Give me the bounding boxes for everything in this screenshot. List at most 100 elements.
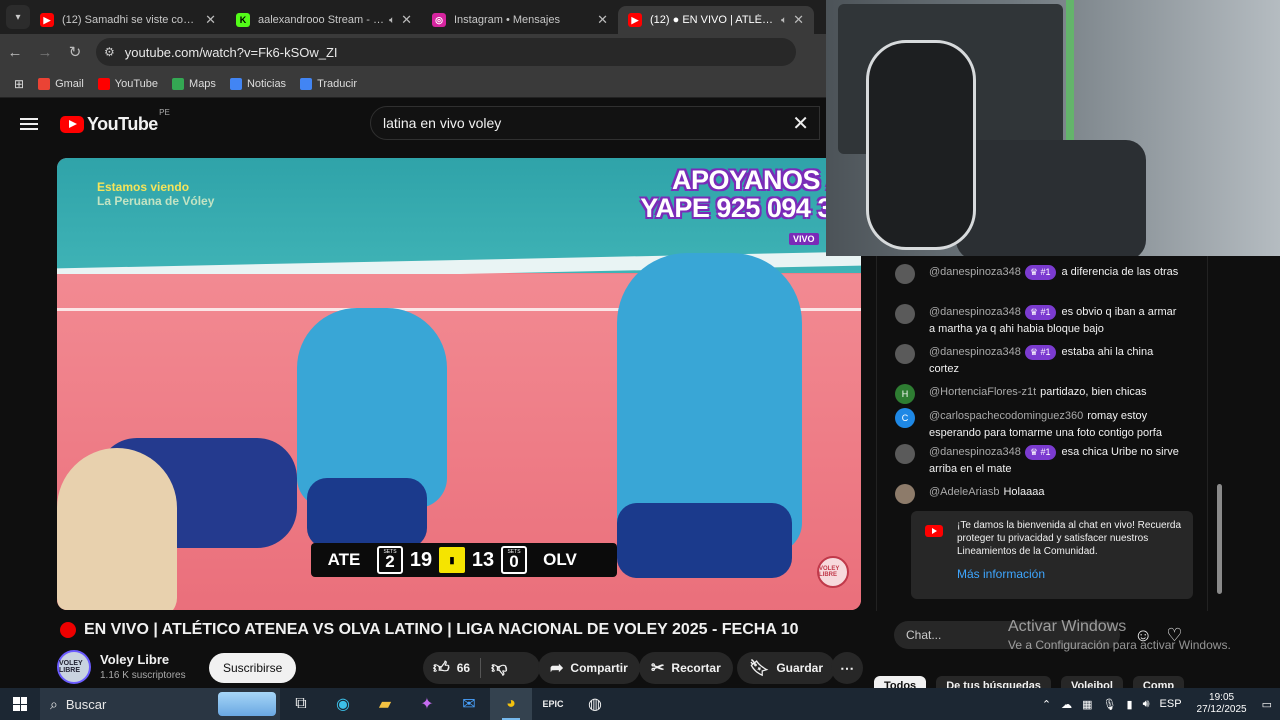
share-button[interactable]: ➦ Compartir: [538, 652, 640, 684]
volume-icon[interactable]: 🔊︎: [1143, 698, 1150, 711]
live-dot-icon: [60, 622, 76, 638]
overlay-line-2: La Peruana de Vóley: [97, 194, 215, 208]
reload-icon[interactable]: ↻: [60, 43, 90, 61]
clock[interactable]: 19:05 27/12/2025: [1197, 692, 1247, 716]
speaker-icon[interactable]: 🔈︎: [389, 15, 395, 26]
search-highlight-image: [218, 692, 276, 716]
chat-author[interactable]: @danespinoza348: [929, 306, 1021, 318]
language-indicator[interactable]: ESP: [1160, 698, 1182, 710]
chat-avatar[interactable]: [895, 484, 915, 504]
bookmark-youtube[interactable]: YouTube: [97, 77, 158, 90]
instagram-icon: ◎: [432, 13, 446, 27]
chat-author[interactable]: @danespinoza348: [929, 266, 1021, 278]
clear-search-icon[interactable]: ✕: [792, 111, 809, 136]
obs-icon[interactable]: ◍: [574, 688, 616, 720]
close-tab-icon[interactable]: ✕: [205, 12, 216, 28]
site-info-icon[interactable]: ⚙: [104, 45, 115, 59]
player-figure: [57, 448, 177, 610]
speaker-icon[interactable]: 🔈︎: [781, 15, 787, 26]
points-a: 19: [409, 548, 433, 571]
chat-author[interactable]: @danespinoza348: [929, 446, 1021, 458]
windows-taskbar: ⌕ Buscar ⧉ ◉ ▰ ✦ ✉ ◕ EPIC ◍ ⌃ ☁ ▦ 🎙︎ ▮ 🔊…: [0, 688, 1280, 720]
address-bar[interactable]: ⚙ youtube.com/watch?v=Fk6-kSOw_ZI: [96, 38, 796, 66]
browser-tab[interactable]: ◎ Instagram • Mensajes ✕: [422, 6, 618, 34]
video-title: EN VIVO | ATLÉTICO ATENEA VS OLVA LATINO…: [60, 621, 799, 639]
chat-scrollbar[interactable]: [1217, 484, 1222, 594]
browser-tab[interactable]: ▶ (12) Samadhi se viste coqueta p ✕: [30, 6, 226, 34]
filter-chip[interactable]: De tus búsquedas: [936, 676, 1051, 688]
bookmark-label: Traducir: [317, 77, 357, 90]
news-icon: [229, 77, 242, 90]
video-player[interactable]: Estamos viendo La Peruana de Vóley APOYA…: [57, 158, 861, 610]
tab-search-button[interactable]: ▾: [6, 5, 30, 29]
scoreboard: ATE SETS 2 19 ▮ 13 SETS 0 OLV: [311, 543, 617, 577]
chat-author[interactable]: @HortenciaFlores-z1t: [929, 386, 1036, 398]
save-button[interactable]: 🔖︎ Guardar: [737, 652, 835, 684]
close-tab-icon[interactable]: ✕: [401, 12, 412, 28]
chat-author[interactable]: @danespinoza348: [929, 346, 1021, 358]
subscribe-button[interactable]: Suscribirse: [209, 653, 297, 683]
filter-chip[interactable]: Voleibol: [1060, 676, 1123, 688]
live-chat-panel: @danespinoza348 ♛ #1 a diferencia de las o…: [862, 256, 1222, 656]
like-button[interactable]: 👍︎ 66: [423, 652, 480, 684]
chat-avatar[interactable]: [895, 304, 915, 324]
more-actions-icon[interactable]: ⋯: [831, 652, 863, 684]
network-icon[interactable]: ▦: [1082, 698, 1092, 711]
back-arrow-icon[interactable]: ←: [0, 44, 30, 61]
chat-avatar[interactable]: C: [895, 408, 915, 428]
channel-name[interactable]: Voley Libre: [100, 652, 169, 667]
bookmark-gmail[interactable]: Gmail: [38, 77, 84, 90]
chrome-icon[interactable]: ◕: [490, 688, 532, 720]
system-tray: ⌃ ☁ ▦ 🎙︎ ▮ 🔊︎ ESP 19:05 27/12/2025 ▭: [1037, 688, 1280, 720]
crown-badge: ♛ #1: [1024, 345, 1056, 360]
chat-avatar[interactable]: H: [895, 384, 915, 404]
like-count: 66: [456, 661, 471, 675]
taskbar-search[interactable]: ⌕ Buscar: [40, 688, 280, 720]
notifications-icon[interactable]: ▭: [1262, 698, 1272, 711]
cloud-icon[interactable]: ☁: [1061, 698, 1072, 711]
filter-chip[interactable]: Comp: [1132, 676, 1185, 688]
microphone-icon[interactable]: 🎙︎: [1103, 698, 1117, 711]
chat-avatar[interactable]: [895, 444, 915, 464]
chevron-up-icon[interactable]: ⌃: [1042, 698, 1051, 711]
search-input[interactable]: latina en vivo voley ✕: [370, 106, 820, 140]
task-view-icon[interactable]: ⧉: [280, 688, 322, 720]
tab-title: aalexandrooo Stream - Wat: [258, 14, 386, 26]
copilot-icon[interactable]: ✦: [406, 688, 448, 720]
youtube-logo[interactable]: YouTube PE: [60, 108, 170, 135]
close-tab-icon[interactable]: ✕: [793, 12, 804, 28]
chat-author[interactable]: @AdeleAriasb: [929, 486, 999, 498]
sets-a-box: SETS 2: [377, 546, 403, 574]
forward-arrow-icon[interactable]: →: [30, 44, 60, 61]
bookmark-maps[interactable]: Maps: [172, 77, 216, 90]
crown-badge: ♛ #1: [1024, 445, 1056, 460]
windows-activation-watermark: Activar Windows Ve a Configuración para …: [1008, 618, 1231, 652]
menu-icon[interactable]: [20, 115, 38, 133]
bookmark-noticias[interactable]: Noticias: [229, 77, 286, 90]
chat-author[interactable]: @carlospachecodominguez360: [929, 410, 1083, 422]
mail-icon[interactable]: ✉: [448, 688, 490, 720]
browser-toolbar: ← → ↻ ⚙ youtube.com/watch?v=Fk6-kSOw_ZI: [0, 34, 826, 70]
clip-button[interactable]: ✂ Recortar: [639, 652, 733, 684]
browser-tab[interactable]: ▶ (12) ● EN VIVO | ATLÉTICO 🔈︎ ✕: [618, 6, 814, 34]
windows-start-icon[interactable]: [0, 697, 40, 711]
more-info-link[interactable]: Más información: [957, 568, 1185, 581]
close-tab-icon[interactable]: ✕: [597, 12, 608, 28]
file-explorer-icon[interactable]: ▰: [364, 688, 406, 720]
epic-games-icon[interactable]: EPIC: [532, 688, 574, 720]
scissors-icon: ✂: [651, 660, 665, 677]
bookmark-label: Maps: [189, 77, 216, 90]
crown-badge: ♛ #1: [1024, 265, 1056, 280]
chat-avatar[interactable]: [895, 264, 915, 284]
apps-grid-icon[interactable]: ⊞: [14, 77, 24, 91]
chat-avatar[interactable]: [895, 344, 915, 364]
battery-icon[interactable]: ▮: [1127, 698, 1133, 711]
channel-avatar[interactable]: VOLEY LIBRE: [57, 650, 91, 684]
overlay-line-1: Estamos viendo: [97, 180, 190, 194]
browser-tab[interactable]: Kaalexandrooo Stream - Wat 🔈︎ ✕: [226, 6, 422, 34]
filter-chip[interactable]: Todos: [874, 676, 927, 688]
edge-icon[interactable]: ◉: [322, 688, 364, 720]
crown-icon: ♛: [1029, 447, 1041, 457]
dislike-button[interactable]: 👎︎: [481, 652, 517, 684]
bookmark-traducir[interactable]: Traducir: [300, 77, 357, 90]
